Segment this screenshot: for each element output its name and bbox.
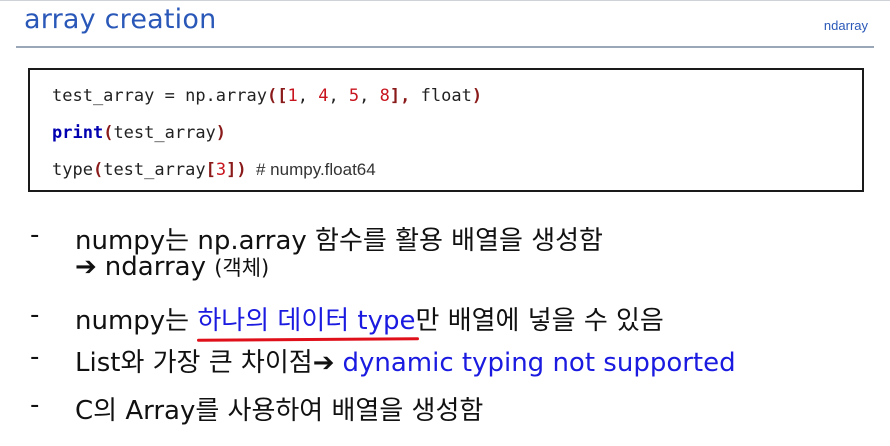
code-line-2: print(test_array) bbox=[52, 123, 226, 143]
code-bracket: ([ bbox=[266, 86, 288, 106]
top-rule bbox=[0, 0, 890, 1]
code-line-3: type(test_array[3]) # numpy.float64 bbox=[52, 160, 376, 180]
code-bracket: ] bbox=[226, 160, 237, 180]
bullet-note: (객체) bbox=[214, 256, 270, 280]
code-bracket: ( bbox=[92, 160, 104, 180]
code-number: 8 bbox=[379, 86, 390, 106]
code-arg: test_array bbox=[113, 123, 216, 143]
code-block: test_array = np.array([1, 4, 5, 8], floa… bbox=[28, 68, 864, 192]
bullet-dash: - bbox=[30, 390, 40, 420]
code-comma: , bbox=[328, 86, 349, 106]
highlight-text: dynamic typing not supported bbox=[342, 348, 736, 378]
bullet-prefix: List와 가장 큰 차이점 bbox=[75, 348, 313, 378]
bullet-dash: - bbox=[30, 220, 40, 250]
bullet-suffix: 만 배열에 넣을 수 있음 bbox=[415, 306, 664, 336]
bullet-text: numpy는 하나의 데이터 type만 배열에 넣을 수 있음 bbox=[75, 300, 664, 337]
code-bracket: ], bbox=[389, 86, 421, 106]
code-number: 4 bbox=[318, 86, 329, 106]
code-call: np.array bbox=[185, 86, 267, 106]
page-title: array creation bbox=[24, 4, 217, 35]
code-bracket: ) bbox=[471, 86, 483, 106]
bullet-dash: - bbox=[30, 300, 40, 330]
bullet-text: ➔ ndarray (객체) bbox=[75, 252, 269, 282]
code-arg: test_array bbox=[103, 160, 206, 180]
code-keyword: print bbox=[52, 123, 104, 143]
code-arg: float bbox=[420, 86, 472, 106]
code-op: = bbox=[154, 86, 186, 106]
code-number: 1 bbox=[287, 86, 298, 106]
code-bracket: ) bbox=[215, 123, 227, 143]
code-bracket: ) bbox=[236, 160, 247, 180]
code-number: 5 bbox=[348, 86, 360, 106]
code-call: type bbox=[52, 160, 93, 180]
bullet-dash: - bbox=[30, 342, 40, 372]
title-divider bbox=[16, 46, 874, 48]
code-comment: # numpy.float64 bbox=[246, 160, 376, 179]
code-line-1: test_array = np.array([1, 4, 5, 8], floa… bbox=[52, 86, 482, 106]
code-bracket: ( bbox=[103, 123, 114, 143]
code-number: 3 bbox=[215, 160, 227, 180]
arrow-icon: ➔ bbox=[312, 348, 335, 378]
bullet-prefix: numpy는 bbox=[75, 306, 198, 336]
bullet-text: C의 Array를 사용하여 배열을 생성함 bbox=[75, 396, 484, 426]
section-tag: ndarray bbox=[823, 18, 868, 33]
code-var: test_array bbox=[52, 86, 155, 106]
code-comma: , bbox=[297, 86, 319, 106]
code-bracket: [ bbox=[205, 160, 216, 180]
bullet-text: List와 가장 큰 차이점➔ dynamic typing not suppor… bbox=[75, 342, 736, 379]
code-comma: , bbox=[359, 86, 380, 106]
bullet-result: ndarray bbox=[104, 252, 206, 282]
arrow-icon: ➔ bbox=[75, 252, 97, 282]
highlight-text: 하나의 데이터 type bbox=[197, 306, 416, 336]
